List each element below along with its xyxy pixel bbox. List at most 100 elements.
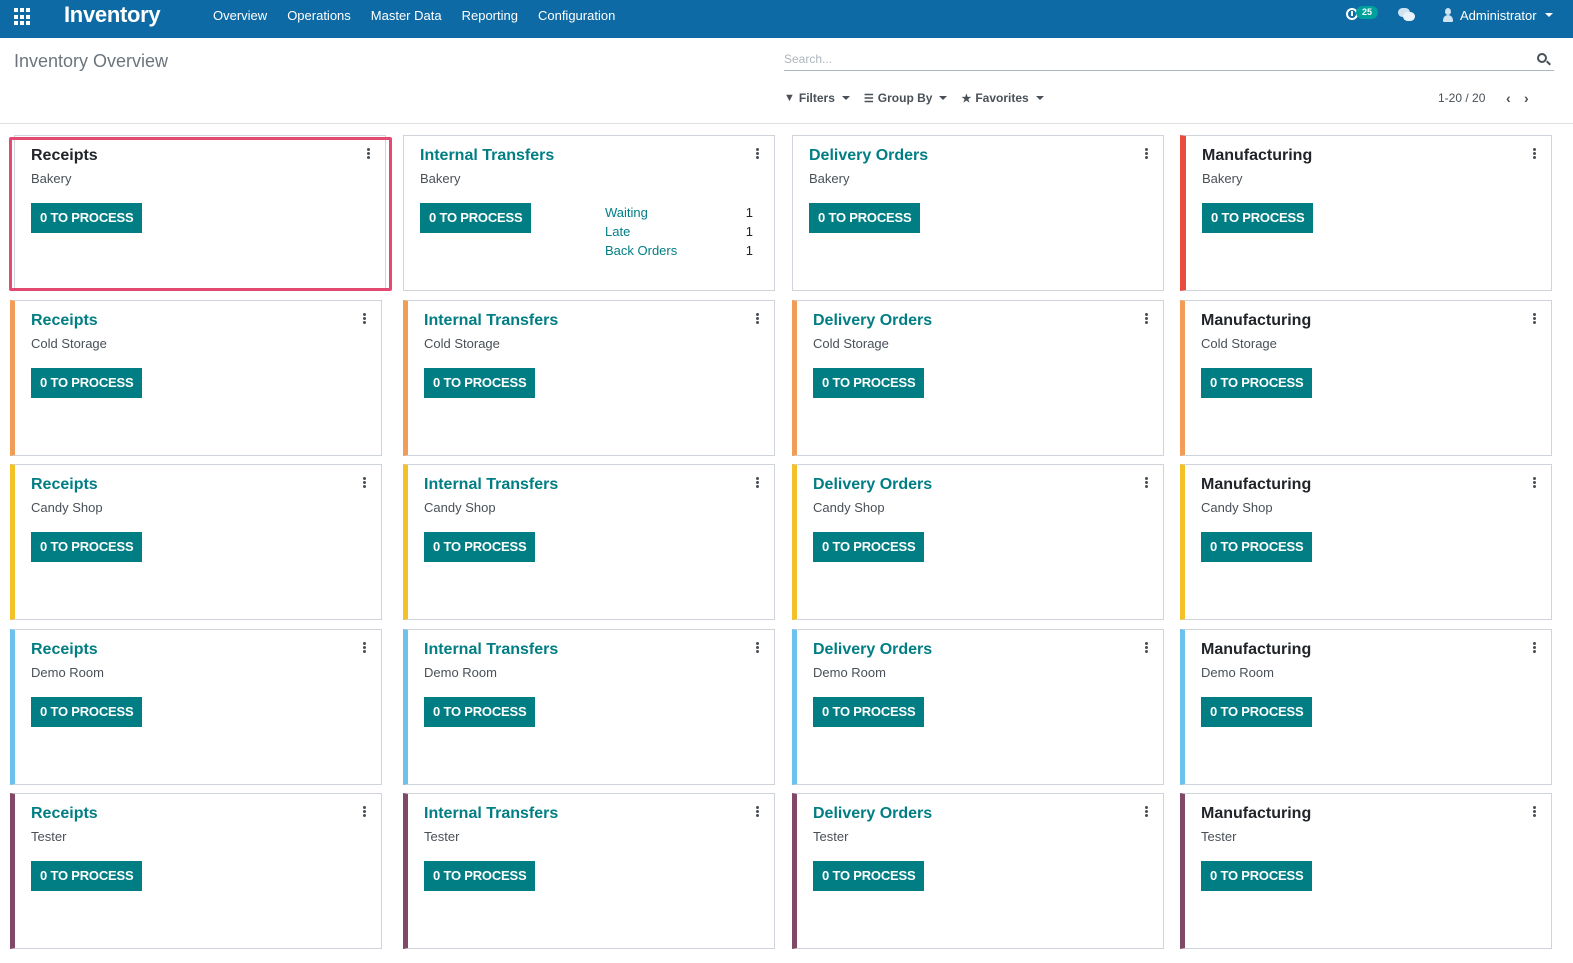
card-title[interactable]: Internal Transfers (424, 805, 558, 823)
app-name[interactable]: Inventory (64, 2, 161, 28)
stat-label[interactable]: Waiting (605, 205, 648, 224)
to-process-button[interactable]: 0 TO PROCESS (31, 697, 143, 727)
card-title[interactable]: Internal Transfers (424, 476, 558, 494)
to-process-button[interactable]: 0 TO PROCESS (1201, 532, 1313, 562)
to-process-button[interactable]: 0 TO PROCESS (420, 203, 532, 233)
to-process-button[interactable]: 0 TO PROCESS (1201, 861, 1313, 891)
to-process-button[interactable]: 0 TO PROCESS (424, 532, 536, 562)
card-title[interactable]: Manufacturing (1201, 641, 1311, 659)
to-process-button[interactable]: 0 TO PROCESS (813, 532, 925, 562)
filters-button[interactable]: ▼ Filters (784, 91, 850, 105)
stat-label[interactable]: Late (605, 224, 630, 243)
operation-card[interactable]: Manufacturing Candy Shop 0 TO PROCESS (1180, 464, 1552, 620)
card-title[interactable]: Delivery Orders (809, 147, 928, 165)
activity-button[interactable]: 25 (1346, 6, 1382, 24)
menu-reporting[interactable]: Reporting (462, 8, 518, 23)
card-title[interactable]: Internal Transfers (424, 641, 558, 659)
operation-card[interactable]: Receipts Cold Storage 0 TO PROCESS (10, 300, 382, 456)
operation-card[interactable]: Internal Transfers Demo Room 0 TO PROCESS (403, 629, 775, 785)
card-title[interactable]: Manufacturing (1201, 805, 1311, 823)
user-menu[interactable]: Administrator (1442, 6, 1553, 24)
operation-card[interactable]: Delivery Orders Demo Room 0 TO PROCESS (792, 629, 1164, 785)
operation-card[interactable]: Internal Transfers Candy Shop 0 TO PROCESS (403, 464, 775, 620)
kebab-menu-icon[interactable] (1145, 477, 1149, 489)
operation-card[interactable]: Receipts Tester 0 TO PROCESS (10, 793, 382, 949)
kebab-menu-icon[interactable] (363, 642, 367, 654)
operation-card[interactable]: Receipts Candy Shop 0 TO PROCESS (10, 464, 382, 620)
to-process-button[interactable]: 0 TO PROCESS (31, 203, 143, 233)
to-process-button[interactable]: 0 TO PROCESS (424, 861, 536, 891)
to-process-button[interactable]: 0 TO PROCESS (813, 368, 925, 398)
kebab-menu-icon[interactable] (363, 806, 367, 818)
card-title[interactable]: Internal Transfers (424, 312, 558, 330)
operation-card[interactable]: Receipts Demo Room 0 TO PROCESS (10, 629, 382, 785)
apps-menu-icon[interactable] (14, 8, 32, 26)
to-process-button[interactable]: 0 TO PROCESS (424, 697, 536, 727)
card-title[interactable]: Receipts (31, 476, 98, 494)
to-process-button[interactable]: 0 TO PROCESS (31, 532, 143, 562)
kebab-menu-icon[interactable] (363, 313, 367, 325)
menu-overview[interactable]: Overview (213, 8, 267, 23)
kebab-menu-icon[interactable] (1145, 806, 1149, 818)
kebab-menu-icon[interactable] (1145, 642, 1149, 654)
to-process-button[interactable]: 0 TO PROCESS (1201, 368, 1313, 398)
search-input[interactable] (784, 50, 1524, 68)
operation-card[interactable]: Internal Transfers Bakery 0 TO PROCESS Wait… (403, 135, 775, 291)
operation-card[interactable]: Delivery Orders Cold Storage 0 TO PROCESS (792, 300, 1164, 456)
pager-value[interactable]: 1-20 / 20 (1438, 91, 1485, 105)
kebab-menu-icon[interactable] (756, 806, 760, 818)
kebab-menu-icon[interactable] (1533, 313, 1537, 325)
to-process-button[interactable]: 0 TO PROCESS (813, 861, 925, 891)
card-title[interactable]: Delivery Orders (813, 805, 932, 823)
kebab-menu-icon[interactable] (1533, 477, 1537, 489)
card-title[interactable]: Receipts (31, 147, 98, 165)
card-title[interactable]: Delivery Orders (813, 312, 932, 330)
group-by-button[interactable]: ☰ Group By (864, 91, 948, 105)
card-title[interactable]: Receipts (31, 641, 98, 659)
search-icon[interactable] (1537, 53, 1551, 66)
kebab-menu-icon[interactable] (756, 642, 760, 654)
chevron-left-icon[interactable]: ‹ (1499, 90, 1517, 106)
to-process-button[interactable]: 0 TO PROCESS (813, 697, 925, 727)
to-process-button[interactable]: 0 TO PROCESS (809, 203, 921, 233)
card-title[interactable]: Internal Transfers (420, 147, 554, 165)
operation-card[interactable]: Manufacturing Demo Room 0 TO PROCESS (1180, 629, 1552, 785)
kebab-menu-icon[interactable] (1145, 313, 1149, 325)
to-process-button[interactable]: 0 TO PROCESS (1202, 203, 1314, 233)
menu-configuration[interactable]: Configuration (538, 8, 615, 23)
kebab-menu-icon[interactable] (1533, 806, 1537, 818)
kebab-menu-icon[interactable] (756, 148, 760, 160)
operation-card[interactable]: Manufacturing Bakery 0 TO PROCESS (1180, 135, 1552, 291)
chat-icon[interactable] (1398, 8, 1416, 22)
card-title[interactable]: Manufacturing (1202, 147, 1312, 165)
kebab-menu-icon[interactable] (1533, 642, 1537, 654)
card-title[interactable]: Manufacturing (1201, 312, 1311, 330)
card-title[interactable]: Delivery Orders (813, 641, 932, 659)
operation-card[interactable]: Delivery Orders Tester 0 TO PROCESS (792, 793, 1164, 949)
operation-card[interactable]: Manufacturing Cold Storage 0 TO PROCESS (1180, 300, 1552, 456)
operation-card[interactable]: Internal Transfers Tester 0 TO PROCESS (403, 793, 775, 949)
to-process-button[interactable]: 0 TO PROCESS (424, 368, 536, 398)
card-title[interactable]: Receipts (31, 805, 98, 823)
to-process-button[interactable]: 0 TO PROCESS (31, 368, 143, 398)
card-title[interactable]: Delivery Orders (813, 476, 932, 494)
kebab-menu-icon[interactable] (756, 313, 760, 325)
to-process-button[interactable]: 0 TO PROCESS (31, 861, 143, 891)
operation-card[interactable]: Internal Transfers Cold Storage 0 TO PROCE… (403, 300, 775, 456)
favorites-button[interactable]: ★ Favorites (961, 91, 1044, 105)
chevron-right-icon[interactable]: › (1517, 90, 1535, 106)
menu-operations[interactable]: Operations (287, 8, 351, 23)
menu-master-data[interactable]: Master Data (371, 8, 442, 23)
operation-card[interactable]: Receipts Bakery 0 TO PROCESS (14, 135, 386, 291)
kebab-menu-icon[interactable] (756, 477, 760, 489)
kebab-menu-icon[interactable] (363, 477, 367, 489)
card-title[interactable]: Receipts (31, 312, 98, 330)
kebab-menu-icon[interactable] (367, 148, 371, 160)
stat-label[interactable]: Back Orders (605, 243, 677, 262)
to-process-button[interactable]: 0 TO PROCESS (1201, 697, 1313, 727)
operation-card[interactable]: Manufacturing Tester 0 TO PROCESS (1180, 793, 1552, 949)
operation-card[interactable]: Delivery Orders Candy Shop 0 TO PROCESS (792, 464, 1164, 620)
kebab-menu-icon[interactable] (1533, 148, 1537, 160)
kebab-menu-icon[interactable] (1145, 148, 1149, 160)
operation-card[interactable]: Delivery Orders Bakery 0 TO PROCESS (792, 135, 1164, 291)
